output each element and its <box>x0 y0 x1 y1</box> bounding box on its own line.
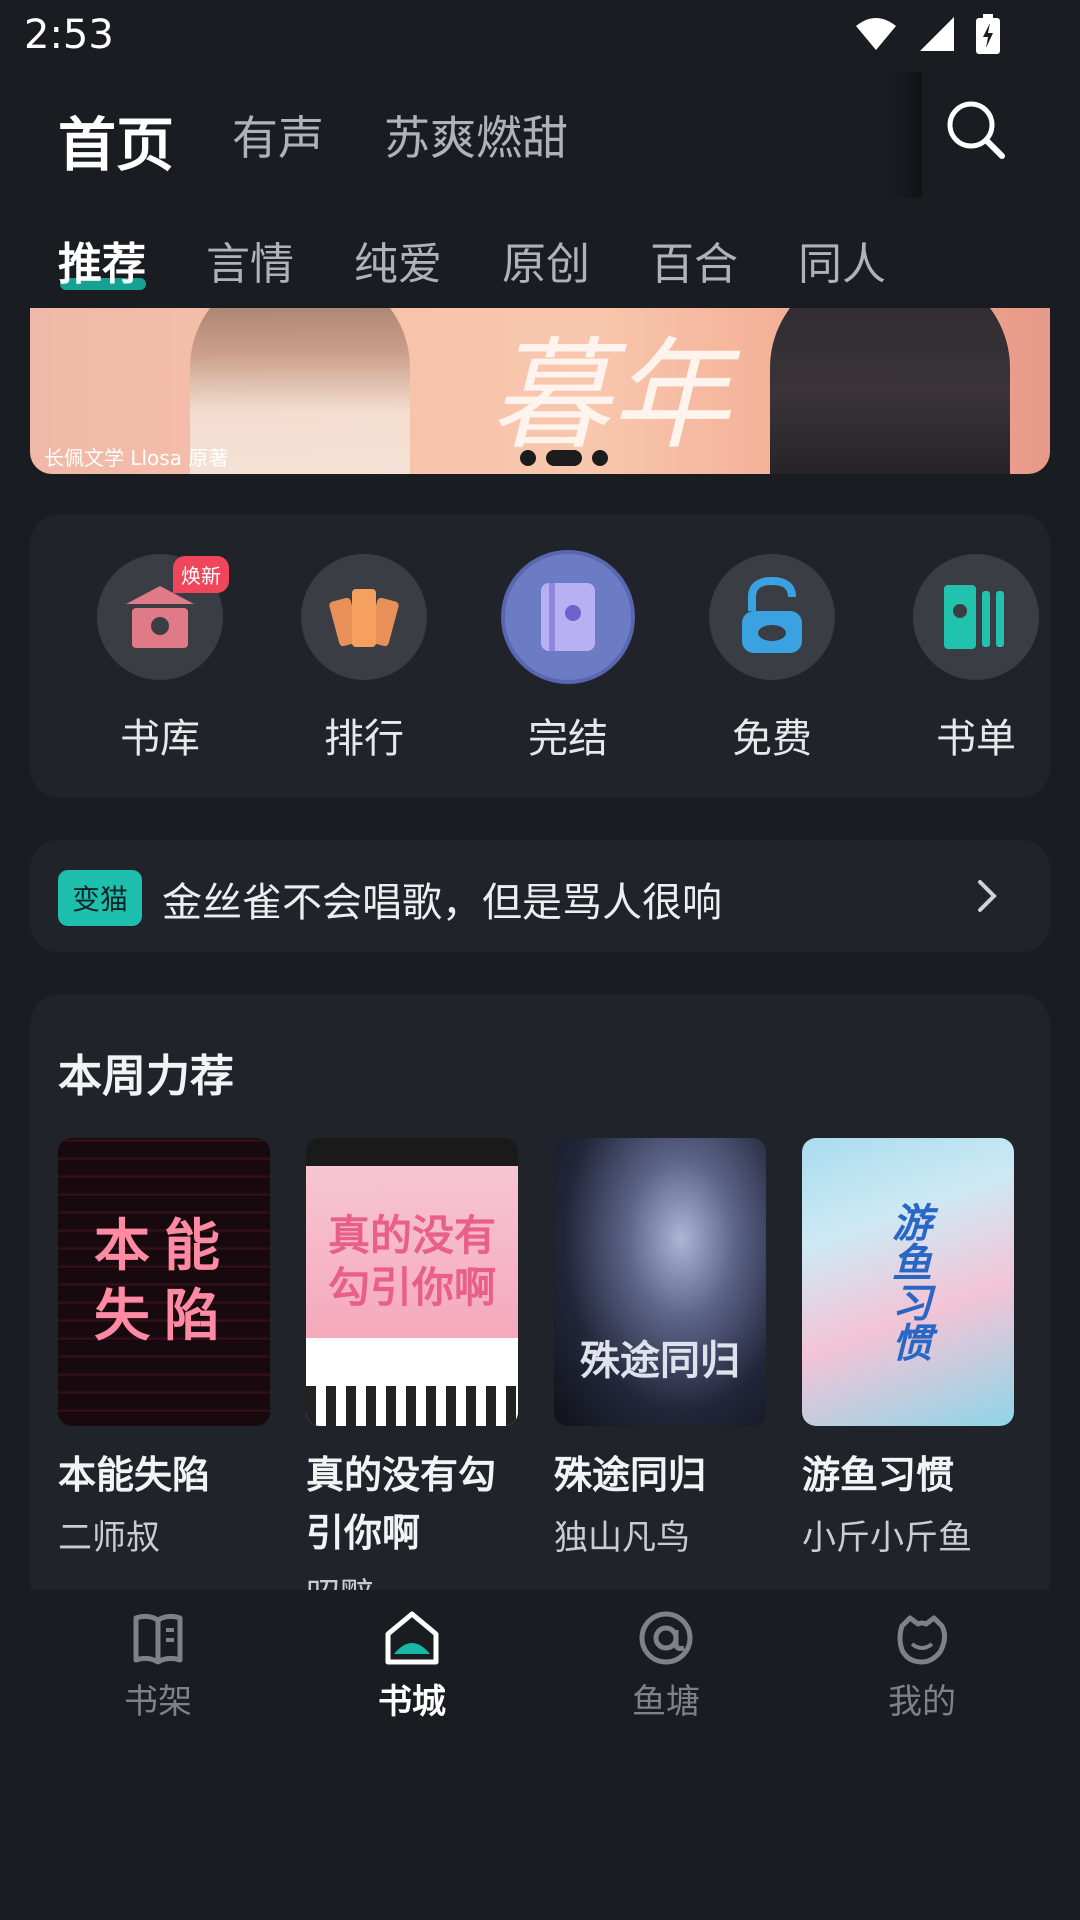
entry-completed[interactable]: 完结 <box>498 554 638 764</box>
nav-bookstore[interactable]: 书城 <box>342 1608 482 1723</box>
cover-art-text: 殊途同归 <box>580 1338 740 1384</box>
nav-bookstore-label: 书城 <box>378 1682 446 1722</box>
carousel-dot <box>520 450 536 466</box>
tab-recommend[interactable]: 推荐 <box>58 228 146 292</box>
book-cover: 本能 失陷 <box>58 1138 270 1426</box>
book-card[interactable]: 殊途同归 殊途同归 独山凡鸟 <box>554 1138 766 1559</box>
tab-fade <box>892 72 922 198</box>
book-author: 独山凡鸟 <box>554 1518 690 1558</box>
fishpond-icon <box>639 1611 693 1665</box>
free-lock-icon <box>709 554 835 680</box>
banner-title-art: 暮年 <box>490 327 730 466</box>
book-title: 游鱼习惯 <box>802 1453 955 1497</box>
entry-library[interactable]: 焕新 书库 <box>90 554 230 764</box>
book-cover: 真的没有 勾引你啊 <box>306 1138 518 1426</box>
status-time: 2:53 <box>24 12 114 58</box>
entry-completed-label: 完结 <box>528 716 608 762</box>
book-card[interactable]: 本能 失陷 本能失陷 二师叔 <box>58 1138 270 1559</box>
entry-booklist-label: 书单 <box>936 716 1016 762</box>
nav-profile[interactable]: 我的 <box>852 1608 992 1723</box>
nav-fishpond-label: 鱼塘 <box>632 1682 700 1722</box>
book-cover: 殊途同归 <box>554 1138 766 1426</box>
library-icon: 焕新 <box>97 554 229 680</box>
cover-art-text: 真的没有 勾引你啊 <box>327 1210 496 1313</box>
search-icon <box>947 101 1005 159</box>
status-bar: 2:53 <box>0 0 1080 72</box>
banner-credit: 长佩文学 Llosa 原著 <box>44 446 229 470</box>
quick-entry-panel: 焕新 书库 排行 完结 免费 书单 <box>30 514 1050 798</box>
battery-icon <box>976 14 1000 54</box>
entry-ranking[interactable]: 排行 <box>294 554 434 764</box>
profile-icon <box>897 1615 948 1665</box>
cover-stripes <box>306 1386 518 1426</box>
cover-art-text: 本能 失陷 <box>94 1214 234 1349</box>
carousel-dot-active <box>546 450 582 466</box>
bookshelf-icon <box>133 1613 183 1665</box>
completed-book-icon <box>505 554 631 680</box>
entry-free-label: 免费 <box>732 716 812 762</box>
status-icons <box>854 14 1000 54</box>
cover-art-text: 游鱼习惯 <box>885 1202 932 1362</box>
tab-fanfic[interactable]: 同人 <box>798 228 886 292</box>
announcement-text: 金丝雀不会唱歌，但是骂人很响 <box>162 880 722 926</box>
tab-yuri[interactable]: 百合 <box>650 228 738 292</box>
nav-profile-label: 我的 <box>888 1682 956 1722</box>
nav-fishpond[interactable]: 鱼塘 <box>596 1608 736 1723</box>
new-badge: 焕新 <box>173 556 229 593</box>
chevron-right-icon <box>978 880 997 912</box>
entry-free[interactable]: 免费 <box>702 554 842 764</box>
section-title: 本周力荐 <box>58 1051 234 1102</box>
book-card[interactable]: 真的没有 勾引你啊 真的没有勾引你啊 昭黯 <box>306 1138 518 1590</box>
top-nav: 首页 有声 苏爽燃甜 <box>0 72 1080 202</box>
book-title: 殊途同归 <box>554 1453 707 1497</box>
nav-bookshelf[interactable]: 书架 <box>88 1608 228 1723</box>
book-title: 真的没有勾引你啊 <box>306 1453 497 1555</box>
book-author: 小斤小斤鱼 <box>802 1518 972 1558</box>
book-author: 二师叔 <box>58 1518 160 1558</box>
book-author: 昭黯 <box>306 1568 518 1590</box>
entry-ranking-label: 排行 <box>324 716 404 762</box>
announcement-bar[interactable]: 变猫 金丝雀不会唱歌，但是骂人很响 <box>30 840 1050 952</box>
search-button[interactable] <box>940 94 1010 164</box>
signal-icon <box>920 17 954 51</box>
entry-library-label: 书库 <box>120 716 200 762</box>
banner-carousel[interactable]: 暮年 长佩文学 Llosa 原著 <box>30 308 1050 474</box>
carousel-dot <box>592 450 608 466</box>
carousel-indicator <box>520 450 608 466</box>
weekly-recommend-section: 本周力荐 本能 失陷 本能失陷 二师叔 真的没有 勾引你啊 真的没有勾引你啊 昭… <box>30 994 1050 1590</box>
bookstore-icon <box>385 1611 439 1665</box>
ranking-icon <box>301 554 427 680</box>
category-tabs: 推荐 言情 纯爱 原创 百合 同人 <box>0 220 1080 304</box>
bottom-navigation: 书架 书城 鱼塘 我的 <box>0 1590 1080 1920</box>
book-card[interactable]: 游鱼习惯 游鱼习惯 小斤小斤鱼 <box>802 1138 1014 1559</box>
announcement-tag: 变猫 <box>58 870 143 926</box>
book-cover: 游鱼习惯 <box>802 1138 1014 1426</box>
nav-bookshelf-label: 书架 <box>124 1682 192 1722</box>
tab-sweet[interactable]: 苏爽燃甜 <box>384 102 568 168</box>
wifi-icon <box>856 18 896 50</box>
tab-home[interactable]: 首页 <box>58 98 174 182</box>
tab-original[interactable]: 原创 <box>502 228 590 292</box>
tab-romance[interactable]: 言情 <box>206 228 294 292</box>
tab-pure-love[interactable]: 纯爱 <box>354 228 442 292</box>
banner-character-right <box>770 308 1010 474</box>
tab-audio[interactable]: 有声 <box>232 102 324 168</box>
entry-booklist[interactable]: 书单 <box>906 554 1046 764</box>
booklist-icon <box>913 554 1039 680</box>
book-title: 本能失陷 <box>58 1453 211 1497</box>
